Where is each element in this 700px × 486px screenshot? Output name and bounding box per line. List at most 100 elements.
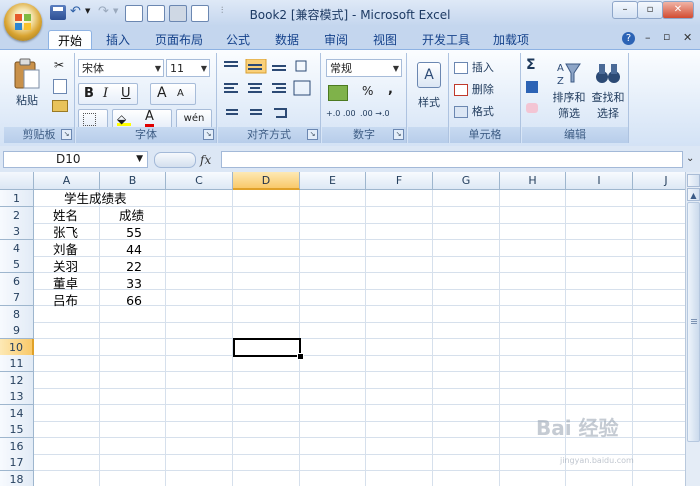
cell-a4[interactable]: 刘备 <box>53 241 78 258</box>
row-header-18[interactable]: 18 <box>0 470 34 486</box>
row-header-15[interactable]: 15 <box>0 421 34 438</box>
number-launcher-icon[interactable]: ↘ <box>393 129 404 140</box>
cell-a2[interactable]: 姓名 <box>53 207 78 224</box>
tab-addins[interactable]: 加载项 <box>484 30 538 50</box>
expand-formula-bar-icon[interactable]: ⌄ <box>686 153 694 164</box>
help-icon[interactable]: ? <box>622 32 635 45</box>
close-button[interactable]: ✕ <box>662 1 694 19</box>
scroll-thumb[interactable] <box>687 202 700 442</box>
shrink-font-button[interactable]: A <box>177 88 184 99</box>
cell-b5[interactable]: 22 <box>100 258 142 275</box>
find-select-button[interactable]: 查找和 选择 <box>588 57 628 125</box>
cell-a3[interactable]: 张飞 <box>53 224 78 241</box>
tab-data[interactable]: 数据 <box>266 30 308 50</box>
tab-home[interactable]: 开始 <box>48 30 93 51</box>
row-header-3[interactable]: 3 <box>0 223 34 240</box>
font-color-icon[interactable]: A <box>145 110 154 127</box>
cell-b4[interactable]: 44 <box>100 241 142 258</box>
column-header-j[interactable]: J <box>633 172 685 190</box>
ribbon-minimize-button[interactable]: – <box>645 31 651 44</box>
cell-a1[interactable]: 学生成绩表 <box>64 190 127 207</box>
column-header-g[interactable]: G <box>433 172 500 190</box>
paste-button[interactable]: 粘贴 <box>8 55 46 115</box>
row-header-1[interactable]: 1 <box>0 190 34 207</box>
ribbon-restore-button[interactable]: ▫ <box>663 30 670 43</box>
cell-b3[interactable]: 55 <box>100 224 142 241</box>
row-header-5[interactable]: 5 <box>0 256 34 273</box>
clear-icon[interactable] <box>526 103 538 113</box>
tab-insert[interactable]: 插入 <box>97 30 139 50</box>
alignment-launcher-icon[interactable]: ↘ <box>307 129 318 140</box>
tab-page-layout[interactable]: 页面布局 <box>146 30 212 50</box>
tab-formulas[interactable]: 公式 <box>217 30 259 50</box>
cell-a5[interactable]: 关羽 <box>53 258 78 275</box>
office-button[interactable] <box>4 3 42 41</box>
row-header-14[interactable]: 14 <box>0 404 34 422</box>
row-header-6[interactable]: 6 <box>0 272 34 290</box>
cell-b2[interactable]: 成绩 <box>119 207 144 224</box>
font-size-combo[interactable]: 11 ▼ <box>166 59 210 77</box>
active-cell-d10[interactable] <box>233 338 301 357</box>
insert-cells-button[interactable]: 插入 <box>454 59 494 75</box>
formula-bar-splitter[interactable] <box>154 152 196 168</box>
column-header-f[interactable]: F <box>366 172 433 190</box>
decrease-decimal-button[interactable]: .00 →.0 <box>360 110 390 118</box>
format-cells-button[interactable]: 格式 <box>454 103 494 119</box>
format-painter-icon[interactable] <box>52 100 68 112</box>
scroll-up-icon[interactable]: ▲ <box>687 188 700 201</box>
autosum-button[interactable]: Σ <box>526 57 536 73</box>
row-header-8[interactable]: 8 <box>0 305 34 323</box>
fill-color-icon[interactable]: ⬙ <box>117 112 131 126</box>
fill-icon[interactable] <box>526 81 538 93</box>
tab-view[interactable]: 视图 <box>364 30 406 50</box>
column-header-i[interactable]: I <box>566 172 633 190</box>
cut-icon[interactable]: ✂ <box>54 58 64 72</box>
row-header-10[interactable]: 10 <box>0 338 34 356</box>
comma-button[interactable]: , <box>388 82 393 97</box>
font-launcher-icon[interactable]: ↘ <box>203 129 214 140</box>
styles-button[interactable]: A 样式 <box>412 57 446 121</box>
currency-icon[interactable] <box>328 85 348 101</box>
bold-button[interactable]: B <box>84 86 94 101</box>
row-header-2[interactable]: 2 <box>0 206 34 224</box>
column-header-a[interactable]: A <box>34 172 100 190</box>
row-header-11[interactable]: 11 <box>0 355 34 372</box>
number-format-combo[interactable]: 常规 ▼ <box>326 59 402 77</box>
row-header-17[interactable]: 17 <box>0 454 34 471</box>
select-all-button[interactable] <box>0 172 34 190</box>
minimize-button[interactable]: – <box>612 1 638 19</box>
column-header-e[interactable]: E <box>300 172 366 190</box>
column-header-b[interactable]: B <box>100 172 166 190</box>
increase-decimal-button[interactable]: +.0 .00 <box>326 110 356 118</box>
copy-icon[interactable] <box>53 79 67 94</box>
split-box[interactable] <box>687 174 700 187</box>
phonetic-button[interactable]: wén <box>176 109 212 129</box>
row-header-4[interactable]: 4 <box>0 239 34 257</box>
clipboard-launcher-icon[interactable]: ↘ <box>61 129 72 140</box>
sort-filter-button[interactable]: A Z 排序和 筛选 <box>550 57 588 125</box>
cell-a7[interactable]: 吕布 <box>53 292 78 309</box>
delete-cells-button[interactable]: 删除 <box>454 81 494 97</box>
vertical-scrollbar[interactable]: ▲ <box>685 172 700 486</box>
tab-review[interactable]: 审阅 <box>315 30 357 50</box>
row-header-16[interactable]: 16 <box>0 437 34 455</box>
column-header-d[interactable]: D <box>233 172 300 190</box>
column-header-h[interactable]: H <box>500 172 566 190</box>
ribbon-close-button[interactable]: ✕ <box>683 31 692 44</box>
name-box[interactable]: D10 ▼ <box>3 151 148 168</box>
row-header-12[interactable]: 12 <box>0 371 34 389</box>
row-header-7[interactable]: 7 <box>0 289 34 306</box>
italic-button[interactable]: I <box>103 86 108 101</box>
insert-function-button[interactable]: fx <box>200 153 211 167</box>
grow-font-button[interactable]: A <box>157 85 167 101</box>
fill-handle[interactable] <box>297 353 304 360</box>
cell-a6[interactable]: 董卓 <box>53 275 78 292</box>
tab-developer[interactable]: 开发工具 <box>413 30 479 50</box>
row-header-9[interactable]: 9 <box>0 322 34 339</box>
restore-button[interactable]: ▫ <box>637 1 663 19</box>
row-header-13[interactable]: 13 <box>0 388 34 405</box>
cell-b7[interactable]: 66 <box>100 292 142 309</box>
column-header-c[interactable]: C <box>166 172 233 190</box>
percent-button[interactable]: % <box>362 84 373 98</box>
formula-input[interactable] <box>221 151 683 168</box>
